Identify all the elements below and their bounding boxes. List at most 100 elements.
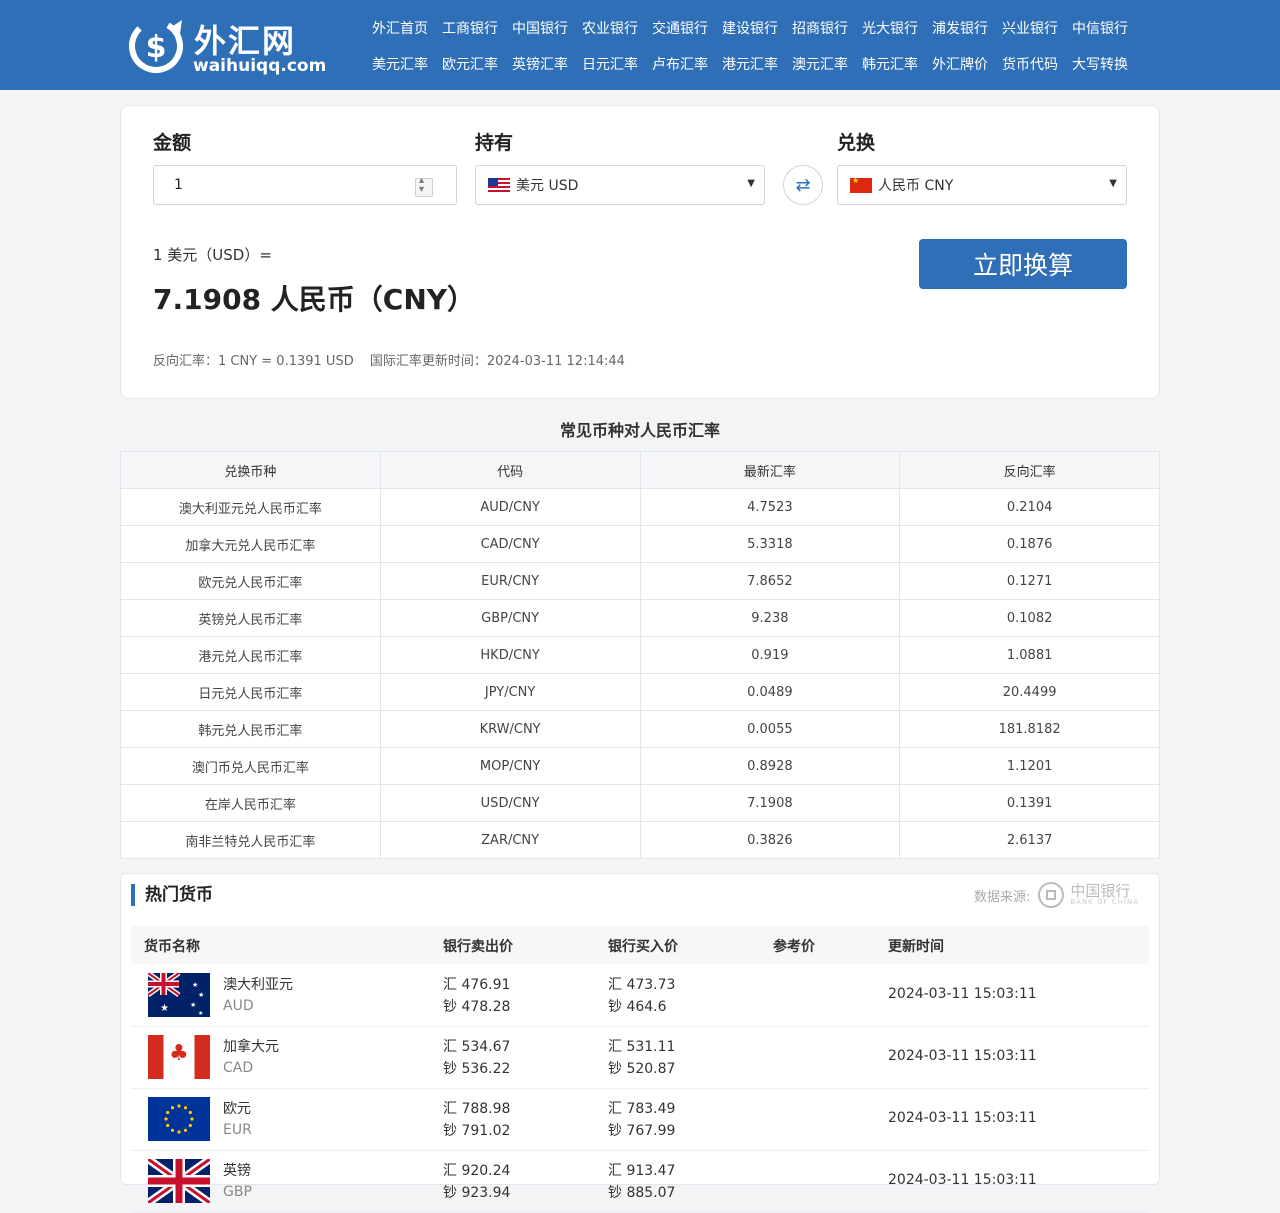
buy-price: 汇 473.73 钞 464.6 bbox=[608, 974, 675, 1018]
sell-price: 汇 788.98 钞 791.02 bbox=[443, 1098, 510, 1142]
nav-item[interactable]: 中信银行 bbox=[1065, 18, 1135, 38]
nav-item[interactable]: 货币代码 bbox=[995, 54, 1065, 74]
rates-table-body: 澳大利亚元兑人民币汇率 AUD/CNY 4.7523 0.2104 加拿大元兑人民币汇率… bbox=[120, 488, 1160, 859]
buy-price: 汇 531.11 钞 520.87 bbox=[608, 1036, 675, 1080]
currency-name-cn: 澳大利亚元 bbox=[223, 977, 293, 993]
buy-price-cash: 钞 520.87 bbox=[608, 1061, 676, 1077]
table-row: 英镑兑人民币汇率 GBP/CNY 9.238 0.1082 bbox=[120, 599, 1160, 637]
nav-item[interactable]: 日元汇率 bbox=[575, 54, 645, 74]
rate-footer: 反向汇率：1 CNY = 0.1391 USD 国际汇率更新时间：2024-03… bbox=[153, 350, 637, 369]
table-cell: 0.919 bbox=[639, 636, 901, 674]
currency-name-cn: 加拿大元 bbox=[223, 1039, 279, 1055]
swap-arrows-icon: ⇄ bbox=[795, 174, 811, 196]
swap-currency-button[interactable]: ⇄ bbox=[783, 165, 823, 205]
currency-name: 英镑 GBP bbox=[223, 1160, 252, 1200]
buy-price-cash: 钞 885.07 bbox=[608, 1185, 676, 1201]
svg-text:★: ★ bbox=[160, 1003, 169, 1014]
hot-currency-panel: 热门货币 数据来源: 中国银行 BANK OF CHINA 货币名称 银行卖出价… bbox=[120, 873, 1160, 1213]
nav-item[interactable]: 浦发银行 bbox=[925, 18, 995, 38]
list-item[interactable]: 英镑 GBP 汇 920.24 钞 923.94 汇 913.47 钞 885.07 202… bbox=[131, 1150, 1149, 1213]
currency-code: EUR bbox=[223, 1122, 252, 1138]
list-item[interactable]: 加拿大元 CAD 汇 534.67 钞 536.22 汇 531.11 钞 520.87 2… bbox=[131, 1026, 1149, 1089]
convert-button[interactable]: 立即换算 bbox=[919, 239, 1127, 289]
table-cell: 0.3826 bbox=[639, 821, 901, 859]
nav-item[interactable]: 中国银行 bbox=[505, 18, 575, 38]
nav-item[interactable]: 卢布汇率 bbox=[645, 54, 715, 74]
data-source: 数据来源: 中国银行 BANK OF CHINA bbox=[974, 882, 1139, 908]
table-cell: 7.1908 bbox=[639, 784, 901, 822]
col-header: 参考价 bbox=[773, 939, 815, 955]
nav-item[interactable]: 港元汇率 bbox=[715, 54, 785, 74]
table-cell: 7.8652 bbox=[639, 562, 901, 600]
table-cell: 加拿大元兑人民币汇率 bbox=[120, 525, 381, 563]
nav-item[interactable]: 兴业银行 bbox=[995, 18, 1065, 38]
nav-item[interactable]: 光大银行 bbox=[855, 18, 925, 38]
table-cell: EUR/CNY bbox=[379, 562, 641, 600]
amount-stepper[interactable] bbox=[415, 175, 433, 197]
table-cell: 韩元兑人民币汇率 bbox=[120, 710, 381, 748]
sell-price-transfer: 汇 920.24 bbox=[443, 1163, 511, 1179]
eu-flag-icon bbox=[148, 1097, 210, 1141]
nav-item[interactable]: 外汇牌价 bbox=[925, 54, 995, 74]
site-logo[interactable]: $ 外汇网 waihuiqq.com bbox=[126, 12, 326, 80]
canada-flag-icon bbox=[148, 1035, 210, 1079]
buy-price-transfer: 汇 531.11 bbox=[608, 1039, 676, 1055]
update-time: 国际汇率更新时间：2024-03-11 12:14:44 bbox=[369, 354, 625, 369]
amount-input[interactable] bbox=[153, 165, 457, 205]
table-cell: GBP/CNY bbox=[379, 599, 641, 637]
nav-item[interactable]: 美元汇率 bbox=[365, 54, 435, 74]
table-cell: 0.1082 bbox=[899, 599, 1160, 637]
sell-price: 汇 534.67 钞 536.22 bbox=[443, 1036, 510, 1080]
sell-price-cash: 钞 791.02 bbox=[443, 1123, 511, 1139]
update-time: 2024-03-11 15:03:11 bbox=[888, 1048, 1037, 1064]
table-cell: 5.3318 bbox=[639, 525, 901, 563]
svg-text:$: $ bbox=[146, 30, 167, 65]
currency-name: 欧元 EUR bbox=[223, 1098, 252, 1138]
currency-code: CAD bbox=[223, 1060, 254, 1076]
nav-item[interactable]: 大写转换 bbox=[1065, 54, 1135, 74]
buy-price-transfer: 汇 783.49 bbox=[608, 1101, 676, 1117]
to-label: 兑换 bbox=[837, 132, 876, 154]
uk-flag-icon bbox=[148, 1159, 210, 1203]
nav-item[interactable]: 韩元汇率 bbox=[855, 54, 925, 74]
svg-text:★: ★ bbox=[192, 981, 198, 989]
nav-item[interactable]: 欧元汇率 bbox=[435, 54, 505, 74]
nav-item[interactable]: 英镑汇率 bbox=[505, 54, 575, 74]
col-header: 更新时间 bbox=[888, 939, 944, 955]
table-cell: 日元兑人民币汇率 bbox=[120, 673, 381, 711]
nav-item[interactable]: 招商银行 bbox=[785, 18, 855, 38]
nav-row-currencies: 美元汇率 欧元汇率 英镑汇率 日元汇率 卢布汇率 港元汇率 澳元汇率 韩元汇率 … bbox=[365, 46, 1145, 82]
table-cell: 0.1876 bbox=[899, 525, 1160, 563]
sell-price-transfer: 汇 476.91 bbox=[443, 977, 511, 993]
nav-item[interactable]: 农业银行 bbox=[575, 18, 645, 38]
table-cell: 0.1391 bbox=[899, 784, 1160, 822]
from-currency-select[interactable]: 美元 USD ▼ bbox=[475, 165, 765, 205]
nav-item[interactable]: 澳元汇率 bbox=[785, 54, 855, 74]
reverse-rate: 反向汇率：1 CNY = 0.1391 USD bbox=[153, 354, 354, 369]
table-cell: 1.0881 bbox=[899, 636, 1160, 674]
sell-price-cash: 钞 536.22 bbox=[443, 1061, 511, 1077]
table-row: 韩元兑人民币汇率 KRW/CNY 0.0055 181.8182 bbox=[120, 710, 1160, 748]
nav-item[interactable]: 工商银行 bbox=[435, 18, 505, 38]
list-item[interactable]: 欧元 EUR 汇 788.98 钞 791.02 汇 783.49 钞 767.99 202… bbox=[131, 1088, 1149, 1151]
table-cell: 0.0489 bbox=[639, 673, 901, 711]
nav-item[interactable]: 建设银行 bbox=[715, 18, 785, 38]
caret-down-icon: ▼ bbox=[1109, 178, 1117, 189]
table-cell: HKD/CNY bbox=[379, 636, 641, 674]
nav-item[interactable]: 交通银行 bbox=[645, 18, 715, 38]
china-flag-icon bbox=[850, 176, 872, 193]
col-header: 代码 bbox=[379, 451, 641, 489]
to-currency-select[interactable]: 人民币 CNY ▼ bbox=[837, 165, 1127, 205]
table-cell: 南非兰特兑人民币汇率 bbox=[120, 821, 381, 859]
list-item[interactable]: ★ ★ ★ ★ ★ 澳大利亚元 AUD 汇 476.91 钞 478.28 汇 473.73 钞 4… bbox=[131, 964, 1149, 1027]
update-time: 2024-03-11 15:03:11 bbox=[888, 1172, 1037, 1188]
table-cell: 4.7523 bbox=[639, 488, 901, 526]
currency-code: AUD bbox=[223, 998, 254, 1014]
col-header: 兑换币种 bbox=[120, 451, 381, 489]
nav-item[interactable]: 外汇首页 bbox=[365, 18, 435, 38]
col-header: 反向汇率 bbox=[899, 451, 1160, 489]
us-flag-icon bbox=[488, 177, 510, 193]
svg-text:★: ★ bbox=[198, 1010, 203, 1017]
table-cell: KRW/CNY bbox=[379, 710, 641, 748]
australia-flag-icon: ★ ★ ★ ★ ★ bbox=[148, 973, 210, 1017]
